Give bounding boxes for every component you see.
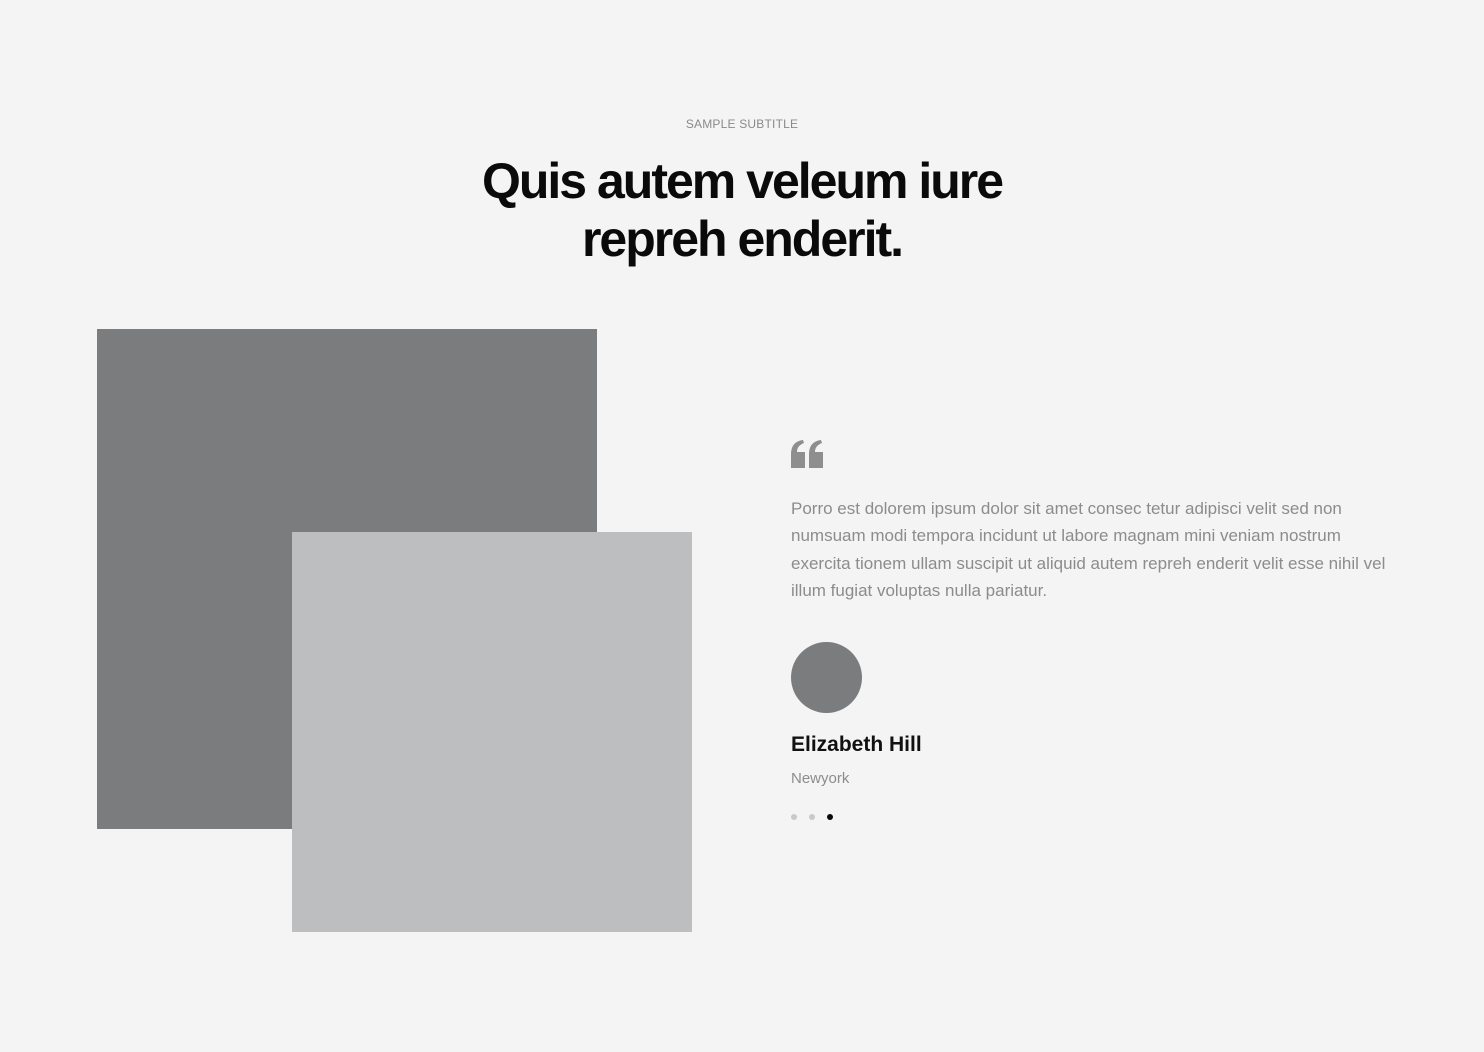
quote-icon [791,440,823,468]
testimonial-text: Porro est dolorem ipsum dolor sit amet c… [791,499,1386,600]
slider-dot-3[interactable] [827,814,833,820]
title-line-1: Quis autem veleum iure [481,153,1004,209]
slider-dot-2[interactable] [809,814,815,820]
slider-dot-1[interactable] [791,814,797,820]
title-line-2: repreh enderit. [581,211,904,267]
avatar [791,642,862,713]
author-location: Newyork [791,770,850,787]
author-name: Elizabeth Hill [791,733,922,756]
image-placeholder-front [292,532,692,932]
section-title: Quis autem veleum iure repreh enderit. [0,152,1484,268]
slider-dots [791,814,833,820]
section-subtitle: SAMPLE SUBTITLE [685,117,799,131]
